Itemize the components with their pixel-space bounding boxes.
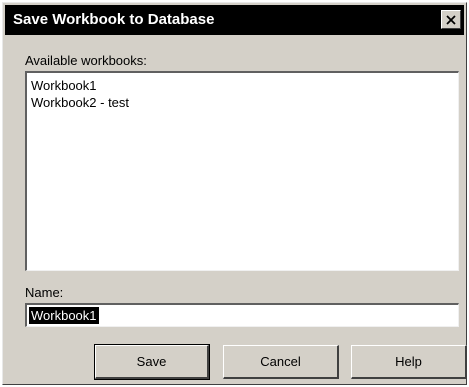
workbooks-listbox[interactable]: Workbook1 Workbook2 - test <box>25 71 459 271</box>
available-workbooks-label: Available workbooks: <box>25 53 147 68</box>
close-button[interactable] <box>441 10 461 29</box>
name-field-value: Workbook1 <box>29 307 99 324</box>
close-icon <box>446 14 456 25</box>
name-label: Name: <box>25 285 64 300</box>
save-button[interactable]: Save <box>94 344 210 380</box>
help-button[interactable]: Help <box>351 345 467 379</box>
list-item[interactable]: Workbook2 - test <box>31 94 458 111</box>
name-field[interactable]: Workbook1 <box>25 303 459 327</box>
title-bar[interactable]: Save Workbook to Database <box>5 5 464 35</box>
dialog-title: Save Workbook to Database <box>13 11 215 28</box>
list-item[interactable]: Workbook1 <box>31 77 458 94</box>
save-workbook-dialog: Save Workbook to Database Available work… <box>2 2 467 385</box>
cancel-button[interactable]: Cancel <box>223 345 339 379</box>
